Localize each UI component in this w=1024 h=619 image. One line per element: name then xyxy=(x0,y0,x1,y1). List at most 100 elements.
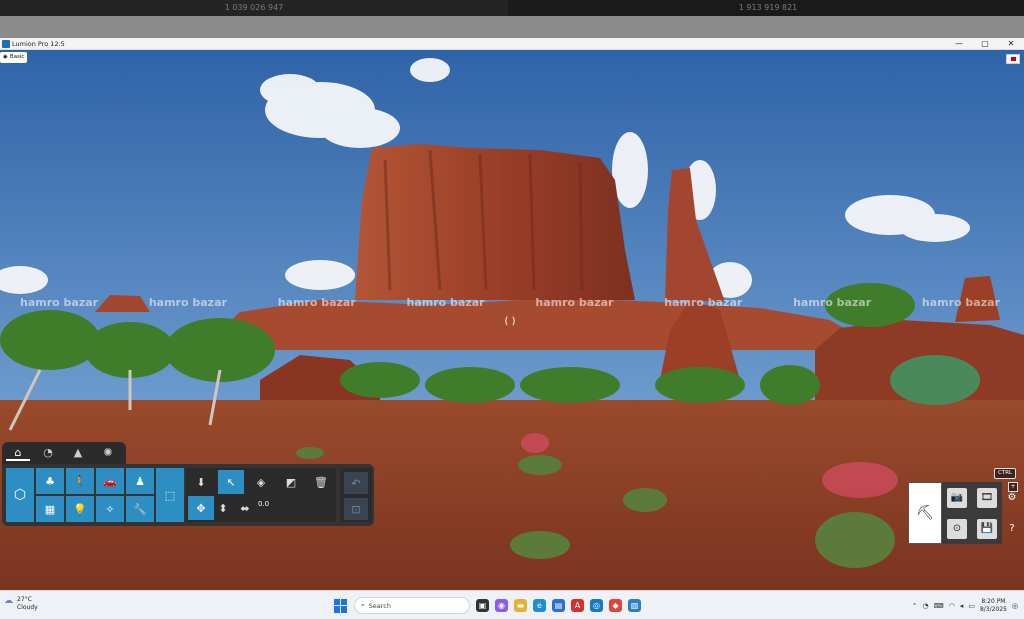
battery-icon[interactable]: ▭ xyxy=(968,602,975,610)
system-tray: ⌃ ◔ ⌨ ◠ ◂ ▭ 8:20 PM 8/3/2025 ◎ xyxy=(912,595,1018,616)
movie-mode-button[interactable]: 🎞 xyxy=(972,482,1002,513)
delete-icon[interactable]: 🗑 xyxy=(308,470,334,494)
watermark-text: hamro bazar xyxy=(20,296,99,309)
volume-icon[interactable]: ◂ xyxy=(960,602,964,610)
rotate-tool-icon[interactable]: ◈ xyxy=(248,470,274,494)
watermark-text: hamro bazar xyxy=(535,296,614,309)
indoor-icon[interactable]: ▦ xyxy=(36,496,64,522)
maximize-button[interactable]: ▢ xyxy=(972,38,998,50)
cloud-icon: ☁ xyxy=(4,596,13,606)
top-strip-left: 1 039 026 947 xyxy=(0,0,508,16)
panorama-mode-icon: ⊙ xyxy=(947,518,967,539)
file-explorer-icon[interactable]: ▬ xyxy=(514,599,527,612)
top-strip-right: 1 913 919 821 xyxy=(512,0,1024,16)
windows-start-icon[interactable] xyxy=(334,598,348,613)
home-icon[interactable]: ⌂ xyxy=(6,445,30,461)
select-tool-icon[interactable]: ↖ xyxy=(218,470,244,494)
import-model-icon[interactable]: ⬡ xyxy=(6,468,34,522)
search-label: Search xyxy=(368,601,391,610)
search-icon: ⌕ xyxy=(361,601,365,609)
minimize-button[interactable]: — xyxy=(946,38,972,50)
utility-icon[interactable]: 🔧 xyxy=(126,496,154,522)
build-mode-icon[interactable]: ⛏ xyxy=(908,482,942,544)
mode-panel: ⛏ 📷 🎞 ⊙ 💾 ⚙ ? xyxy=(908,482,1020,544)
gray-bar xyxy=(0,16,1024,38)
weather-widget[interactable]: ☁ 27°C Cloudy xyxy=(4,596,38,612)
time: 8:20 PM xyxy=(981,597,1006,605)
language-flag-icon[interactable] xyxy=(1006,54,1020,64)
weather-desc: Cloudy xyxy=(17,604,38,611)
watermark-text: hamro bazar xyxy=(406,296,485,309)
watermark-text: hamro bazar xyxy=(664,296,743,309)
lumion-app-icon xyxy=(2,40,10,48)
settings-icon[interactable]: ⚙ xyxy=(1004,482,1020,513)
eye-icon: ◉ xyxy=(3,54,8,60)
panorama-mode-button[interactable]: ⊙ xyxy=(942,513,972,544)
watermark-text: hamro bazar xyxy=(148,296,227,309)
scale-tool-icon[interactable]: ◩ xyxy=(278,470,304,494)
select-region-icon[interactable]: ⬚ xyxy=(156,468,184,522)
save-icon: 💾 xyxy=(977,518,997,539)
effects-object-icon[interactable]: ✧ xyxy=(96,496,124,522)
svg-text:( ): ( ) xyxy=(505,316,516,327)
date: 8/3/2025 xyxy=(979,605,1007,613)
lumion-icon[interactable]: ▧ xyxy=(628,599,641,612)
chevron-up-icon[interactable]: ⌃ xyxy=(912,602,918,610)
basic-quality-toggle[interactable]: ◉ Basic xyxy=(0,52,28,63)
horizontal-tool-icon[interactable]: ⬌ xyxy=(232,496,258,520)
task-view-icon[interactable]: ▣ xyxy=(476,599,489,612)
mode-side: ⚙ ? xyxy=(1004,482,1020,544)
watermark-text: hamro bazar xyxy=(921,296,1000,309)
screen: 1 039 026 947 1 913 919 821 Lumion Pro 1… xyxy=(0,0,1024,619)
undo-icon[interactable]: ↶ xyxy=(344,472,368,494)
movie-mode-icon: 🎞 xyxy=(977,487,997,508)
notification-bell-icon[interactable]: ◎ xyxy=(1012,602,1018,610)
anydesk-icon[interactable]: ◆ xyxy=(609,599,622,612)
render-modes: 📷 🎞 ⊙ 💾 xyxy=(942,482,1002,544)
photo-mode-icon: 📷 xyxy=(947,487,967,508)
close-button[interactable]: ✕ xyxy=(998,38,1024,50)
landscape-icon[interactable]: ▲ xyxy=(66,445,90,461)
acrobat-icon[interactable]: A xyxy=(571,599,584,612)
app-icon[interactable]: ◎ xyxy=(590,599,603,612)
windows-taskbar: ☁ 27°C Cloudy ⌕ Search ▣ ◉ ▬ e ▤ A ◎ ◆ ▧… xyxy=(0,590,1024,619)
object-categories: ♣ 🚶 🚗 ♟ ⬚ ▦ 💡 ✧ 🔧 xyxy=(36,468,184,522)
interior-icon[interactable]: ♟ xyxy=(126,468,154,494)
help-icon[interactable]: ? xyxy=(1004,513,1020,544)
transform-value[interactable]: 0.0 xyxy=(258,500,269,508)
watermark: hamro bazar hamro bazar hamro bazar hamr… xyxy=(20,296,1000,312)
transform-tools: ⬇ ↖ ◈ ◩ 🗑 ✥ ⬍ ⬌ 0.0 xyxy=(186,468,336,522)
store-icon[interactable]: ▤ xyxy=(552,599,565,612)
window-title: Lumion Pro 12.5 xyxy=(12,40,65,48)
light-icon[interactable]: 💡 xyxy=(66,496,94,522)
tree-icon[interactable]: ♣ xyxy=(36,468,64,494)
taskbar-center: ⌕ Search ▣ ◉ ▬ e ▤ A ◎ ◆ ▧ xyxy=(334,595,641,616)
effects-icon[interactable]: ✺ xyxy=(96,445,120,461)
top-strip: 1 039 026 947 1 913 919 821 xyxy=(0,0,1024,16)
title-bar: Lumion Pro 12.5 — ▢ ✕ xyxy=(0,38,1024,50)
build-tool-panel: ⌂ ◔ ▲ ✺ ⬡ ♣ 🚶 🚗 ♟ ⬚ ▦ 💡 ✧ 🔧 ⬇ ↖ ◈ ◩ 🗑 ✥ … xyxy=(0,442,376,548)
keyboard-icon[interactable]: ⌨ xyxy=(934,602,944,610)
place-object-icon[interactable]: ⬇ xyxy=(188,470,214,494)
ctrl-hint: CTRL xyxy=(994,468,1017,479)
panel-body: ⬡ ♣ 🚶 🚗 ♟ ⬚ ▦ 💡 ✧ 🔧 ⬇ ↖ ◈ ◩ 🗑 ✥ ⬍ ⬌ 0.0 … xyxy=(2,464,374,526)
mode-tabs: ⌂ ◔ ▲ ✺ xyxy=(2,442,126,464)
wifi-icon[interactable]: ◠ xyxy=(949,602,955,610)
basic-label: Basic xyxy=(9,54,25,60)
taskbar-search[interactable]: ⌕ Search xyxy=(354,597,470,614)
person-icon[interactable]: 🚶 xyxy=(66,468,94,494)
clock[interactable]: 8:20 PM 8/3/2025 xyxy=(980,598,1007,614)
network-icon[interactable]: ◔ xyxy=(922,602,928,610)
butte xyxy=(355,144,635,300)
edge-icon[interactable]: e xyxy=(533,599,546,612)
undo-area: ↶ ⊡ xyxy=(340,468,372,522)
weather-icon[interactable]: ◔ xyxy=(36,445,60,461)
weather-temp: 27°C xyxy=(17,596,32,603)
photo-mode-button[interactable]: 📷 xyxy=(942,482,972,513)
watermark-text: hamro bazar xyxy=(277,296,356,309)
save-button[interactable]: 💾 xyxy=(972,513,1002,544)
lock-icon[interactable]: ⊡ xyxy=(344,498,368,520)
watermark-text: hamro bazar xyxy=(793,296,872,309)
car-icon[interactable]: 🚗 xyxy=(96,468,124,494)
copilot-icon[interactable]: ◉ xyxy=(495,599,508,612)
